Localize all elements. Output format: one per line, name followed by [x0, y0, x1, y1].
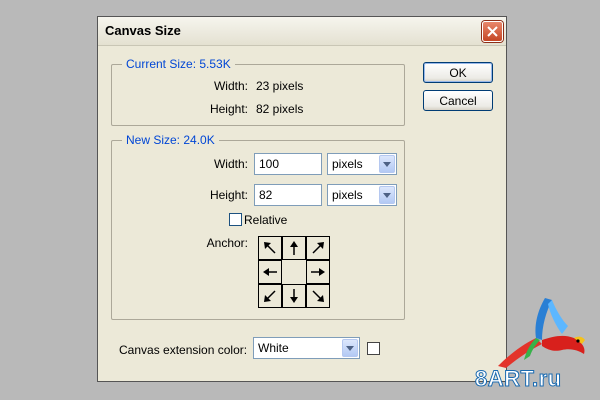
- arrow-right-icon: [311, 268, 325, 276]
- title-bar[interactable]: Canvas Size: [98, 17, 506, 46]
- width-unit-value: pixels: [332, 157, 363, 171]
- anchor-left[interactable]: [258, 260, 282, 284]
- anchor-bottom-left[interactable]: [258, 284, 282, 308]
- arrow-up-right-icon: [312, 242, 324, 254]
- close-button[interactable]: [482, 21, 503, 42]
- anchor-top-left[interactable]: [258, 236, 282, 260]
- current-size-group: Current Size: 5.53K: [111, 57, 405, 126]
- new-width-label: Width:: [213, 157, 248, 171]
- dialog-title: Canvas Size: [105, 23, 181, 38]
- width-input[interactable]: 100: [254, 153, 322, 175]
- cancel-button[interactable]: Cancel: [423, 90, 493, 111]
- watermark-text: 8ART.ru: [475, 366, 562, 392]
- extension-color-select[interactable]: White: [253, 337, 360, 359]
- anchor-label: Anchor:: [206, 236, 248, 250]
- arrow-up-icon: [290, 241, 298, 255]
- canvas-size-dialog: Canvas Size Current Size: 5.53K Width: 2…: [97, 16, 507, 382]
- close-icon: [487, 26, 498, 37]
- arrow-down-right-icon: [312, 290, 324, 302]
- anchor-grid: [258, 236, 330, 308]
- height-unit-select[interactable]: pixels: [327, 184, 397, 206]
- chevron-down-icon[interactable]: [379, 155, 395, 173]
- anchor-bottom-right[interactable]: [306, 284, 330, 308]
- extension-color-label: Canvas extension color:: [119, 343, 248, 357]
- anchor-top[interactable]: [282, 236, 306, 260]
- anchor-center[interactable]: [282, 260, 306, 284]
- new-size-legend: New Size: 24.0K: [122, 133, 219, 147]
- current-height-label: Height:: [209, 102, 248, 116]
- relative-label[interactable]: Relative: [244, 213, 287, 227]
- parrot-logo-icon: [498, 298, 585, 368]
- arrow-up-left-icon: [264, 242, 276, 254]
- height-input[interactable]: 82: [254, 184, 322, 206]
- ok-button[interactable]: OK: [423, 62, 493, 83]
- current-size-legend: Current Size: 5.53K: [122, 57, 235, 71]
- width-unit-select[interactable]: pixels: [327, 153, 397, 175]
- anchor-right[interactable]: [306, 260, 330, 284]
- chevron-down-icon[interactable]: [342, 339, 358, 357]
- current-width-label: Width:: [213, 79, 248, 93]
- chevron-down-icon[interactable]: [379, 186, 395, 204]
- anchor-bottom[interactable]: [282, 284, 306, 308]
- arrow-left-icon: [263, 268, 277, 276]
- height-unit-value: pixels: [332, 188, 363, 202]
- extension-color-value: White: [258, 341, 289, 355]
- arrow-down-icon: [290, 289, 298, 303]
- arrow-down-left-icon: [264, 290, 276, 302]
- extension-color-swatch[interactable]: [367, 342, 380, 355]
- relative-checkbox[interactable]: [229, 213, 242, 226]
- current-width-value: 23 pixels: [256, 79, 304, 93]
- new-height-label: Height:: [209, 188, 248, 202]
- anchor-top-right[interactable]: [306, 236, 330, 260]
- current-height-value: 82 pixels: [256, 102, 304, 116]
